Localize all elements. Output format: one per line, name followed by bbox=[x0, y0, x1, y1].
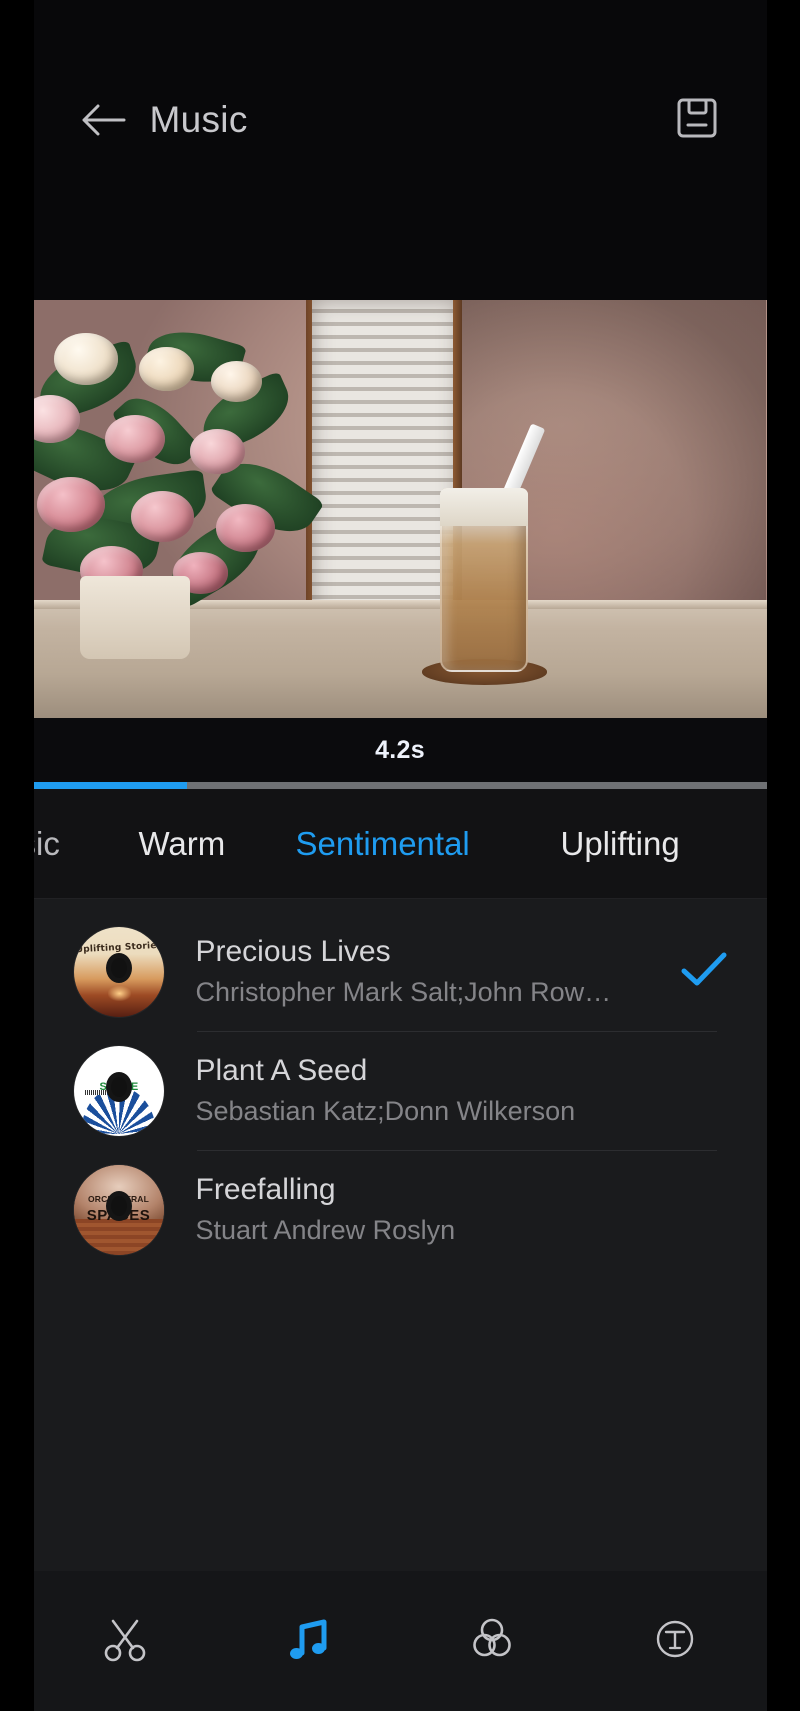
tool-music[interactable] bbox=[217, 1571, 400, 1711]
page-title: Music bbox=[149, 99, 248, 140]
tool-trim[interactable] bbox=[34, 1571, 217, 1711]
video-preview[interactable] bbox=[33, 300, 767, 718]
coffee-foam bbox=[440, 488, 529, 526]
genre-tab-uplifting[interactable]: Uplifting bbox=[561, 825, 680, 863]
duration-strip: 4.2s bbox=[33, 718, 767, 782]
editor-toolbar bbox=[33, 1571, 767, 1711]
scissors-trim-icon bbox=[99, 1613, 151, 1670]
song-selected-check[interactable] bbox=[669, 950, 739, 995]
timeline-scrubber[interactable] bbox=[33, 782, 767, 789]
album-cover: Uplifting Stories bbox=[73, 927, 164, 1017]
song-text-block: Precious Lives Christopher Mark Salt;John… bbox=[196, 934, 669, 1011]
tool-text[interactable] bbox=[583, 1571, 766, 1711]
back-button[interactable] bbox=[60, 78, 146, 162]
cover-sun-glow bbox=[107, 986, 132, 1001]
timeline-progress bbox=[33, 782, 188, 789]
song-title: Precious Lives bbox=[195, 934, 391, 968]
cd-center-hole bbox=[105, 1072, 132, 1103]
app-bar: Music bbox=[33, 0, 767, 300]
text-t-icon bbox=[649, 1613, 701, 1670]
song-artist: Sebastian Katz;Donn Wilkerson bbox=[195, 1096, 576, 1127]
cd-center-hole bbox=[105, 953, 132, 984]
flower-vase bbox=[79, 576, 191, 659]
flower-bouquet bbox=[33, 313, 437, 659]
genre-tab-warm[interactable]: Warm bbox=[139, 825, 226, 863]
song-text-block: Plant A Seed Sebastian Katz;Donn Wilkerso… bbox=[196, 1053, 669, 1130]
music-note-icon bbox=[282, 1613, 334, 1670]
phone-frame: Music 4.2s ic Warm Sentimental Uplifting… bbox=[0, 0, 800, 1711]
filter-circles-icon bbox=[466, 1613, 518, 1670]
save-button[interactable] bbox=[657, 78, 737, 162]
song-row[interactable]: ORCHESTRALSPACES Freefalling Stuart Andrew… bbox=[34, 1151, 767, 1269]
song-title: Plant A Seed bbox=[195, 1053, 368, 1087]
song-artist: Stuart Andrew Roslyn bbox=[195, 1215, 456, 1246]
genre-tab-bar[interactable]: sic Warm Sentimental Uplifting bbox=[33, 789, 767, 899]
genre-tab-sic[interactable]: sic bbox=[34, 825, 60, 863]
song-row[interactable]: SCENE Plant A Seed Sebastian Katz;Donn Wil… bbox=[34, 1032, 767, 1150]
tool-filter[interactable] bbox=[400, 1571, 583, 1711]
genre-tab-sentimental[interactable]: Sentimental bbox=[296, 825, 470, 863]
song-row[interactable]: Uplifting Stories Precious Lives Christoph… bbox=[34, 913, 767, 1031]
check-icon bbox=[680, 950, 728, 995]
album-cover: SCENE bbox=[73, 1046, 164, 1136]
cd-center-hole bbox=[105, 1191, 132, 1222]
song-list: Uplifting Stories Precious Lives Christoph… bbox=[33, 899, 767, 1571]
app-screen: Music 4.2s ic Warm Sentimental Uplifting… bbox=[33, 0, 767, 1711]
song-text-block: Freefalling Stuart Andrew Roslyn bbox=[196, 1172, 669, 1249]
song-title: Freefalling bbox=[195, 1172, 336, 1206]
save-floppy-icon bbox=[675, 96, 719, 145]
album-cover: ORCHESTRALSPACES bbox=[73, 1165, 164, 1255]
cover-floor bbox=[73, 1219, 164, 1255]
clip-duration: 4.2s bbox=[375, 735, 425, 764]
song-artist: Christopher Mark Salt;John Row… bbox=[195, 977, 612, 1008]
arrow-left-icon bbox=[80, 100, 126, 140]
